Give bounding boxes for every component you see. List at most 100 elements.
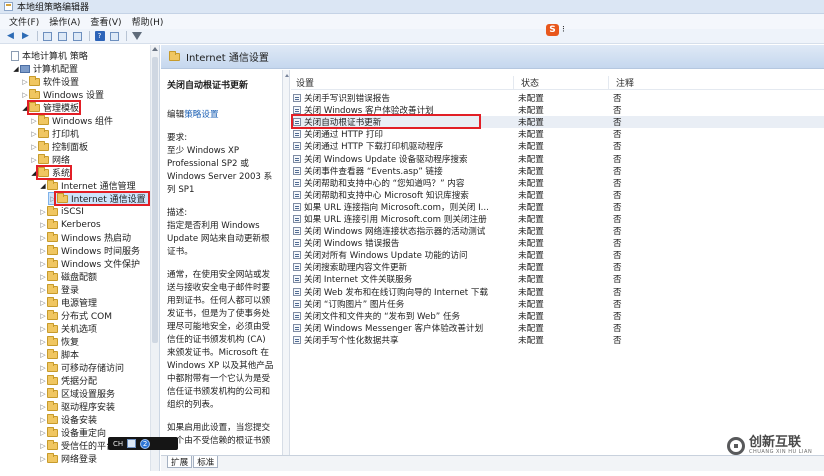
table-row[interactable]: 如果 URL 连接指向 Microsoft.com，则关闭 I... 未配置 否 [291, 201, 824, 213]
collapsed-arrow-icon[interactable]: ▷ [39, 260, 47, 268]
collapsed-arrow-icon[interactable]: ▷ [39, 390, 47, 398]
table-row[interactable]: 关闭 Internet 文件关联服务 未配置 否 [291, 273, 824, 285]
table-row[interactable]: 关闭 Windows Messenger 客户体验改善计划 未配置 否 [291, 322, 824, 334]
tree-item[interactable]: ▷ Windows 热启动 [39, 231, 131, 244]
forward-arrow-icon[interactable]: ▶ [19, 31, 32, 42]
tree-item[interactable]: ◢ 系统 [30, 166, 70, 179]
tree-item[interactable]: ▷ 磁盘配额 [39, 270, 97, 283]
tree-item[interactable]: ▷ 区域设置服务 [39, 387, 115, 400]
table-row[interactable]: 关闭对所有 Windows Update 功能的访问 未配置 否 [291, 249, 824, 261]
tree-item[interactable]: ▷ Windows 时间服务 [39, 244, 140, 257]
table-row[interactable]: 关闭手写识别错误报告 未配置 否 [291, 92, 824, 104]
tree-item[interactable]: ▷ 可移动存储访问 [39, 361, 124, 374]
back-arrow-icon[interactable]: ◀ [4, 31, 17, 42]
collapsed-arrow-icon[interactable]: ▷ [30, 130, 38, 138]
tree-item[interactable]: 本地计算机 策略 [3, 49, 88, 62]
tree-item[interactable]: ▷ 受信任的平台 [39, 439, 115, 452]
column-note[interactable]: 注释 [609, 76, 729, 89]
table-row[interactable]: 关闭通过 HTTP 下载打印机驱动程序 未配置 否 [291, 140, 824, 152]
table-row[interactable]: 关闭文件和文件夹的 “发布到 Web” 任务 未配置 否 [291, 310, 824, 322]
collapsed-arrow-icon[interactable]: ▷ [39, 455, 47, 463]
collapsed-arrow-icon[interactable]: ▷ [39, 273, 47, 281]
collapsed-arrow-icon[interactable]: ▷ [39, 221, 47, 229]
properties-icon[interactable] [108, 31, 121, 42]
table-row[interactable]: 关闭 Web 发布和在线订购向导的 Internet 下载 未配置 否 [291, 286, 824, 298]
table-row[interactable]: 关闭自动根证书更新 未配置 否 [291, 116, 824, 129]
tree-item[interactable]: ▷ 登录 [39, 283, 79, 296]
table-row[interactable]: 如果 URL 连接引用 Microsoft.com 则关闭注册 未配置 否 [291, 213, 824, 225]
collapsed-arrow-icon[interactable]: ▷ [39, 364, 47, 372]
collapsed-arrow-icon[interactable]: ▷ [39, 247, 47, 255]
edit-policy-link[interactable]: 策略设置 [184, 110, 218, 120]
tree-item[interactable]: ▷ Kerberos [39, 218, 101, 231]
collapsed-arrow-icon[interactable]: ▷ [39, 351, 47, 359]
tree-item[interactable]: ▷ 电源管理 [39, 296, 97, 309]
table-row[interactable]: 关闭搜索助理内容文件更新 未配置 否 [291, 261, 824, 273]
expanded-arrow-icon[interactable]: ◢ [39, 182, 47, 190]
menu-help[interactable]: 帮助(H) [127, 15, 169, 28]
tree-item[interactable]: ▷ 恢复 [39, 335, 79, 348]
tree-item[interactable]: ▷ Windows 设置 [21, 88, 104, 101]
collapsed-arrow-icon[interactable]: ▷ [30, 156, 38, 164]
tree-item[interactable]: ▷ 网络 [30, 153, 70, 166]
table-row[interactable]: 关闭帮助和支持中心的 “您知道吗？” 内容 未配置 否 [291, 177, 824, 189]
collapsed-arrow-icon[interactable]: ▷ [30, 117, 38, 125]
up-folder-icon[interactable] [41, 31, 54, 42]
table-row[interactable]: 关闭帮助和支持中心 Microsoft 知识库搜索 未配置 否 [291, 189, 824, 201]
tree-item[interactable]: ▷ iSCSI [39, 205, 84, 218]
expanded-arrow-icon[interactable]: ◢ [12, 65, 20, 73]
tree-item[interactable]: ▷ 分布式 COM [39, 309, 112, 322]
collapsed-arrow-icon[interactable]: ▷ [21, 91, 29, 99]
collapsed-arrow-icon[interactable]: ▷ [39, 377, 47, 385]
expanded-arrow-icon[interactable]: ◢ [21, 104, 29, 112]
collapsed-arrow-icon[interactable]: ▷ [39, 286, 47, 294]
table-row[interactable]: 关闭 Windows 客户体验改善计划 未配置 否 [291, 104, 824, 116]
column-setting[interactable]: 设置 [291, 76, 514, 89]
pane-splitter[interactable] [282, 70, 290, 455]
collapsed-arrow-icon[interactable]: ▷ [39, 442, 47, 450]
tree-item[interactable]: ▷ 凭据分配 [39, 374, 97, 387]
expanded-arrow-icon[interactable]: ◢ [30, 169, 38, 177]
menu-action[interactable]: 操作(A) [44, 15, 85, 28]
menu-file[interactable]: 文件(F) [4, 15, 44, 28]
collapsed-arrow-icon[interactable]: ▷ [39, 208, 47, 216]
tab-standard[interactable]: 标准 [193, 456, 219, 468]
tree-item[interactable]: ▷ 脚本 [39, 348, 79, 361]
scrollbar-thumb[interactable] [152, 57, 158, 343]
tree-item[interactable]: ▷ 控制面板 [30, 140, 88, 153]
tree-item[interactable]: ▷ Windows 文件保护 [39, 257, 140, 270]
tree-item[interactable]: ◢ Internet 通信管理 [39, 179, 136, 192]
collapsed-arrow-icon[interactable]: ▷ [39, 312, 47, 320]
export-list-icon[interactable] [71, 31, 84, 42]
tree-item[interactable]: ▷ Windows 组件 [30, 114, 113, 127]
collapsed-arrow-icon[interactable]: ▷ [30, 143, 38, 151]
help-icon[interactable]: ? [93, 31, 106, 42]
collapsed-arrow-icon[interactable]: ▷ [39, 234, 47, 242]
scroll-up-arrow-icon[interactable] [152, 47, 158, 51]
collapsed-arrow-icon[interactable]: ▷ [39, 403, 47, 411]
collapsed-arrow-icon[interactable]: ▷ [21, 78, 29, 86]
collapsed-arrow-icon[interactable]: ▷ [39, 416, 47, 424]
filter-icon[interactable] [130, 31, 143, 42]
tree-item[interactable]: ▷ 软件设置 [21, 75, 79, 88]
tree-item[interactable]: ◢ 管理模板 [21, 101, 79, 114]
table-row[interactable]: 关闭 “订购图片” 图片任务 未配置 否 [291, 298, 824, 310]
tree-item[interactable]: ▷ 关机选项 [39, 322, 97, 335]
tree-scrollbar[interactable] [150, 45, 159, 471]
table-row[interactable]: 关闭事件查看器 “Events.asp” 链接 未配置 否 [291, 165, 824, 177]
table-row[interactable]: 关闭 Windows 网络连接状态指示器的活动测试 未配置 否 [291, 225, 824, 237]
show-hide-tree-icon[interactable] [56, 31, 69, 42]
tree-item[interactable]: ▷ 打印机 [30, 127, 79, 140]
tree-item[interactable]: ▷ 设备重定向 [39, 426, 106, 439]
tab-extended[interactable]: 扩展 [167, 456, 193, 468]
table-row[interactable]: 关闭手写个性化数据共享 未配置 否 [291, 334, 824, 346]
language-bar[interactable]: CH 2 [108, 437, 178, 450]
table-row[interactable]: 关闭通过 HTTP 打印 未配置 否 [291, 128, 824, 140]
column-state[interactable]: 状态 [514, 76, 609, 89]
ime-indicator[interactable]: S ⁝ [546, 24, 565, 36]
tree-item[interactable]: ▷ 网络登录 [39, 452, 97, 465]
table-row[interactable]: 关闭 Windows Update 设备驱动程序搜索 未配置 否 [291, 152, 824, 165]
tree-item[interactable]: ▷ 驱动程序安装 [39, 400, 115, 413]
collapsed-arrow-icon[interactable]: ▷ [39, 325, 47, 333]
tree-item[interactable]: ▷ Internet 通信设置 [48, 192, 149, 205]
